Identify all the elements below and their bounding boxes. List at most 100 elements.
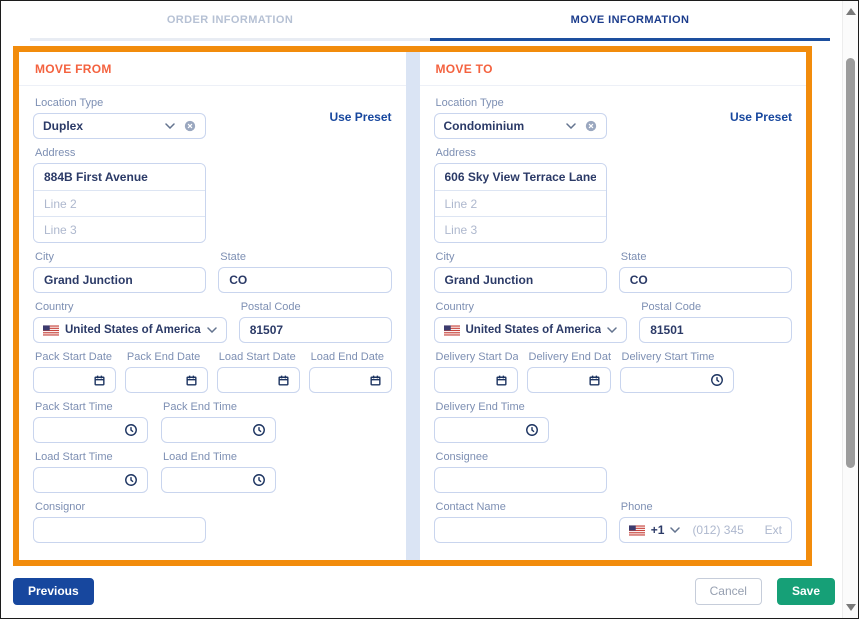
country-value: United States of America xyxy=(466,324,602,336)
consignee-input[interactable] xyxy=(434,467,607,493)
previous-button[interactable]: Previous xyxy=(13,578,94,605)
delivery-end-date-input[interactable] xyxy=(527,367,611,393)
postal-code-label: Postal Code xyxy=(241,301,392,314)
delivery-start-time-label: Delivery Start Time xyxy=(622,351,734,364)
calendar-icon[interactable] xyxy=(185,374,198,387)
move-to-section: MOVE TO Location Type Condominium xyxy=(420,52,807,560)
move-to-title: MOVE TO xyxy=(420,52,807,86)
address-line3-input[interactable] xyxy=(435,216,606,242)
clock-icon[interactable] xyxy=(252,473,266,487)
tab-order-information[interactable]: ORDER INFORMATION xyxy=(30,1,430,41)
postal-code-input[interactable] xyxy=(639,317,792,343)
contact-name-input[interactable] xyxy=(434,517,607,543)
chevron-down-icon xyxy=(165,123,175,129)
delivery-start-time-input[interactable] xyxy=(620,367,734,393)
address-group xyxy=(434,163,607,243)
address-line2-input[interactable] xyxy=(34,190,205,216)
clock-icon[interactable] xyxy=(124,473,138,487)
location-type-label: Location Type xyxy=(436,97,607,110)
delivery-end-date-label: Delivery End Date xyxy=(529,351,611,364)
dialog-footer: Previous Cancel Save xyxy=(1,566,842,618)
state-input[interactable] xyxy=(619,267,792,293)
pack-end-time-input[interactable] xyxy=(161,417,276,443)
chevron-down-icon xyxy=(670,527,680,533)
address-line3-input[interactable] xyxy=(34,216,205,242)
tab-move-information[interactable]: MOVE INFORMATION xyxy=(430,1,830,41)
move-from-body: Location Type Duplex xyxy=(19,86,406,560)
pack-end-time-label: Pack End Time xyxy=(163,401,276,414)
country-select[interactable]: United States of America xyxy=(33,317,227,343)
location-type-value: Condominium xyxy=(444,119,525,133)
calendar-icon[interactable] xyxy=(93,374,106,387)
city-label: City xyxy=(35,251,206,264)
address-label: Address xyxy=(35,147,392,160)
postal-code-input[interactable] xyxy=(239,317,392,343)
consignor-input[interactable] xyxy=(33,517,206,543)
pack-start-date-label: Pack Start Date xyxy=(35,351,116,364)
address-label: Address xyxy=(436,147,793,160)
dialog-tabbar: ORDER INFORMATION MOVE INFORMATION xyxy=(30,1,830,41)
phone-country-code[interactable]: +1 xyxy=(651,523,665,537)
pack-end-date-input[interactable] xyxy=(125,367,208,393)
chevron-down-icon xyxy=(566,123,576,129)
use-preset-link[interactable]: Use Preset xyxy=(329,110,391,139)
address-line1-input[interactable] xyxy=(435,164,606,190)
delivery-start-date-input[interactable] xyxy=(434,367,518,393)
phone-input[interactable]: +1 (012) 345 Ext xyxy=(619,517,792,543)
load-end-date-label: Load End Date xyxy=(311,351,392,364)
phone-number-placeholder: (012) 345 xyxy=(692,523,743,537)
calendar-icon[interactable] xyxy=(588,374,601,387)
city-label: City xyxy=(436,251,607,264)
move-from-section: MOVE FROM Location Type Duplex xyxy=(19,52,406,560)
pack-start-date-input[interactable] xyxy=(33,367,116,393)
load-start-time-input[interactable] xyxy=(33,467,148,493)
chevron-down-icon xyxy=(207,327,217,333)
load-end-time-label: Load End Time xyxy=(163,451,276,464)
address-line1-input[interactable] xyxy=(34,164,205,190)
clear-icon[interactable] xyxy=(184,120,196,132)
us-flag-icon xyxy=(444,325,460,336)
state-input[interactable] xyxy=(218,267,391,293)
move-from-title: MOVE FROM xyxy=(19,52,406,86)
city-input[interactable] xyxy=(33,267,206,293)
location-type-label: Location Type xyxy=(35,97,206,110)
clock-icon[interactable] xyxy=(525,423,539,437)
scroll-up-icon[interactable] xyxy=(846,8,856,15)
country-label: Country xyxy=(35,301,227,314)
city-input[interactable] xyxy=(434,267,607,293)
address-line2-input[interactable] xyxy=(435,190,606,216)
load-end-time-input[interactable] xyxy=(161,467,276,493)
clock-icon[interactable] xyxy=(124,423,138,437)
scrollbar-thumb[interactable] xyxy=(846,58,855,468)
location-type-select[interactable]: Duplex xyxy=(33,113,206,139)
phone-ext-placeholder: Ext xyxy=(765,523,782,537)
vertical-scrollbar[interactable] xyxy=(842,1,858,618)
clock-icon[interactable] xyxy=(710,373,724,387)
address-group xyxy=(33,163,206,243)
us-flag-icon xyxy=(43,325,59,336)
scroll-down-icon[interactable] xyxy=(846,604,856,611)
pack-start-time-input[interactable] xyxy=(33,417,148,443)
load-end-date-input[interactable] xyxy=(309,367,392,393)
clear-icon[interactable] xyxy=(585,120,597,132)
country-select[interactable]: United States of America xyxy=(434,317,628,343)
calendar-icon[interactable] xyxy=(495,374,508,387)
move-sections-frame: MOVE FROM Location Type Duplex xyxy=(13,46,812,566)
postal-code-label: Postal Code xyxy=(641,301,792,314)
phone-label: Phone xyxy=(621,501,792,514)
clock-icon[interactable] xyxy=(252,423,266,437)
delivery-end-time-input[interactable] xyxy=(434,417,549,443)
load-start-date-input[interactable] xyxy=(217,367,300,393)
cancel-button[interactable]: Cancel xyxy=(695,578,762,605)
use-preset-link[interactable]: Use Preset xyxy=(730,110,792,139)
state-label: State xyxy=(621,251,792,264)
delivery-start-date-label: Delivery Start Date xyxy=(436,351,518,364)
country-label: Country xyxy=(436,301,628,314)
location-type-select[interactable]: Condominium xyxy=(434,113,607,139)
consignee-label: Consignee xyxy=(436,451,793,464)
calendar-icon[interactable] xyxy=(369,374,382,387)
state-label: State xyxy=(220,251,391,264)
save-button[interactable]: Save xyxy=(777,578,835,605)
pack-start-time-label: Pack Start Time xyxy=(35,401,148,414)
calendar-icon[interactable] xyxy=(277,374,290,387)
